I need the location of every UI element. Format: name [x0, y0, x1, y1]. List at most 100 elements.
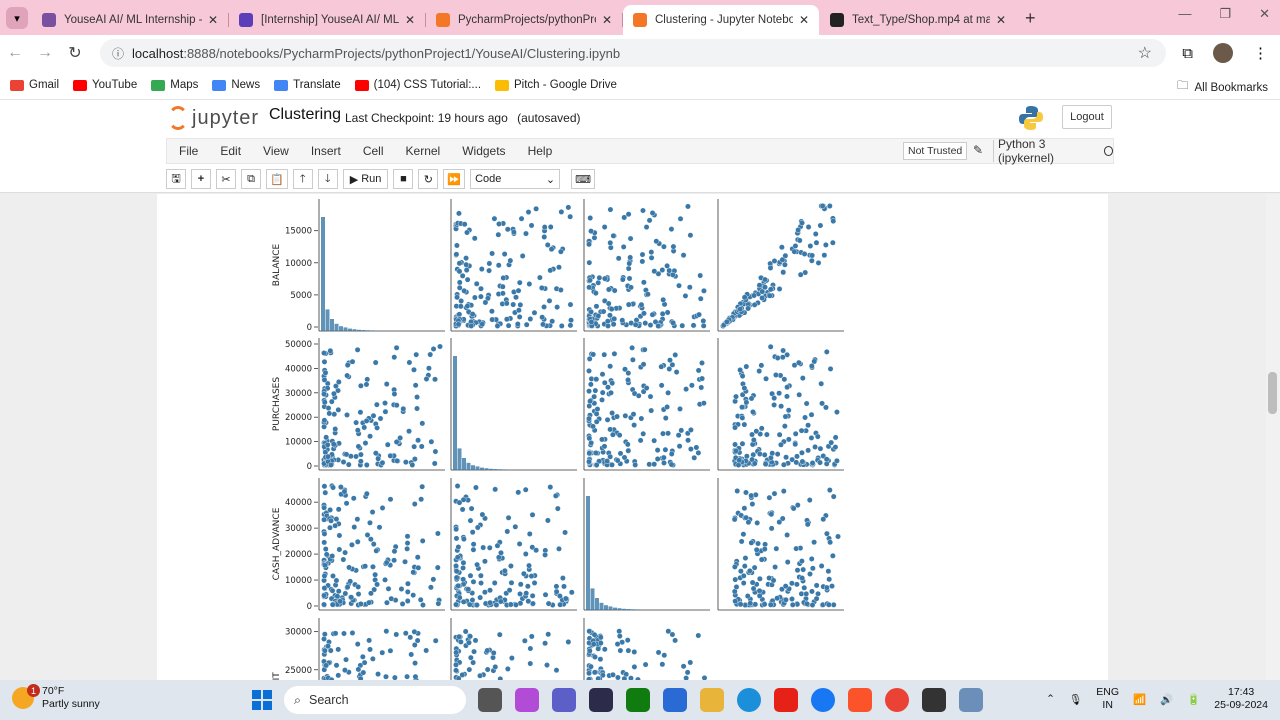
chevron-up-icon[interactable]: ⌃ — [1046, 693, 1055, 705]
minimize-icon[interactable]: — — [1178, 6, 1191, 22]
pairplot-point — [798, 427, 805, 434]
run-button[interactable]: ▶ Run — [342, 169, 389, 189]
close-tab-icon[interactable]: ✕ — [602, 13, 612, 27]
tab-search-button[interactable]: ▾ — [6, 7, 28, 29]
microphone-icon[interactable]: 🎙 — [1069, 693, 1082, 706]
bookmark-star-icon[interactable]: ☆ — [1138, 43, 1152, 63]
bookmark-item[interactable]: Maps — [151, 79, 198, 91]
weather-widget[interactable]: 1 70°F Partly sunny — [12, 684, 100, 711]
site-info-icon[interactable]: ⓘ — [112, 45, 124, 62]
snipping-tool-icon[interactable] — [959, 688, 983, 712]
chrome-icon[interactable] — [885, 688, 909, 712]
battery-icon[interactable]: 🔋 — [1187, 693, 1200, 706]
pairplot-point — [457, 639, 464, 645]
pairplot-point — [776, 390, 783, 397]
keyboard-icon[interactable]: ⌨ — [571, 169, 595, 189]
bookmark-item[interactable]: YouTube — [73, 79, 137, 91]
extensions-icon[interactable]: ⧉ — [1182, 45, 1193, 62]
page-scrollbar[interactable] — [1266, 194, 1280, 680]
insert-cell-icon[interactable]: + — [191, 169, 211, 189]
close-tab-icon[interactable]: ✕ — [405, 13, 415, 27]
taskbar-search[interactable]: ⌕ Search — [284, 686, 466, 714]
notebook-title[interactable]: Clustering — [269, 106, 341, 124]
restart-run-all-icon[interactable]: ⏩ — [443, 169, 466, 189]
pairplot-point — [402, 630, 409, 637]
stop-icon[interactable]: ■ — [393, 169, 414, 189]
cut-icon[interactable]: ✂ — [216, 169, 236, 189]
cell-type-select[interactable]: Code ⌄ — [470, 169, 561, 189]
pairplot-point — [408, 651, 415, 658]
language-indicator[interactable]: ENG IN — [1096, 686, 1119, 712]
pairplot-point — [453, 601, 459, 608]
bookmark-item[interactable]: News — [212, 79, 260, 91]
pairplot-point — [795, 227, 802, 233]
pairplot-point — [826, 487, 833, 493]
file-explorer-icon[interactable] — [700, 688, 724, 712]
clock[interactable]: 17:43 25-09-2024 — [1214, 686, 1268, 712]
page-scrollbar-thumb[interactable] — [1268, 372, 1277, 414]
copy-icon[interactable]: ⧉ — [241, 169, 261, 189]
logout-button[interactable]: Logout — [1062, 105, 1112, 129]
copilot-icon[interactable] — [515, 688, 539, 712]
store-icon[interactable] — [663, 688, 687, 712]
maximize-icon[interactable]: ❐ — [1219, 6, 1231, 22]
not-trusted-badge[interactable]: Not Trusted — [903, 142, 968, 160]
menu-item-view[interactable]: View — [263, 144, 289, 158]
browser-tab[interactable]: [Internship] YouseAI AI/ ML-As ✕ — [229, 5, 426, 35]
edit-pencil-icon[interactable]: ✎ — [973, 143, 983, 157]
bookmark-item[interactable]: Pitch - Google Drive — [495, 79, 617, 91]
teams-icon[interactable] — [552, 688, 576, 712]
close-tab-icon[interactable]: ✕ — [208, 13, 218, 27]
facebook-icon[interactable] — [811, 688, 835, 712]
forward-icon[interactable]: → — [30, 44, 60, 62]
menu-item-edit[interactable]: Edit — [220, 144, 241, 158]
close-window-icon[interactable]: ✕ — [1259, 6, 1270, 22]
move-down-icon[interactable]: 🡓 — [317, 169, 338, 189]
close-tab-icon[interactable]: ✕ — [996, 13, 1006, 27]
all-bookmarks-button[interactable]: 🗀 All Bookmarks — [1177, 78, 1268, 97]
menu-item-file[interactable]: File — [179, 144, 198, 158]
pairplot-point — [321, 391, 327, 397]
menu-item-insert[interactable]: Insert — [311, 144, 341, 158]
pairplot-point — [431, 460, 438, 467]
terminal-icon[interactable] — [922, 688, 946, 712]
pairplot-point — [420, 602, 426, 608]
move-up-icon[interactable]: 🡑 — [292, 169, 313, 189]
menu-item-widgets[interactable]: Widgets — [462, 144, 505, 158]
youtube-app-icon[interactable] — [774, 688, 798, 712]
back-icon[interactable]: ← — [0, 44, 30, 62]
menu-item-cell[interactable]: Cell — [363, 144, 384, 158]
pycharm-icon[interactable] — [589, 688, 613, 712]
paste-icon[interactable]: 📋 — [266, 169, 288, 189]
browser-tab[interactable]: YouseAI AI/ ML Internship - Ne ✕ — [32, 5, 229, 35]
pairplot-point — [654, 447, 661, 454]
brave-icon[interactable] — [848, 688, 872, 712]
edge-icon[interactable] — [737, 688, 761, 712]
restart-icon[interactable]: ↻ — [418, 169, 439, 189]
profile-avatar[interactable] — [1213, 43, 1233, 63]
menu-item-kernel[interactable]: Kernel — [406, 144, 441, 158]
bookmark-item[interactable]: Gmail — [10, 79, 59, 91]
xbox-icon[interactable] — [626, 688, 650, 712]
jupyter-logo[interactable]: jupyter — [168, 106, 259, 130]
reload-icon[interactable]: ↻ — [60, 43, 90, 63]
url-input[interactable]: ⓘ localhost:8888/notebooks/PycharmProjec… — [100, 39, 1166, 67]
bookmark-item[interactable]: Translate — [274, 79, 341, 91]
task-view-icon[interactable] — [478, 688, 502, 712]
close-tab-icon[interactable]: ✕ — [799, 13, 809, 27]
pairplot-point — [388, 595, 395, 602]
pairplot-point — [835, 533, 841, 540]
pairplot-point — [494, 323, 501, 329]
menu-item-help[interactable]: Help — [528, 144, 553, 158]
start-icon[interactable] — [252, 690, 272, 710]
wifi-icon[interactable]: 📶 — [1133, 693, 1146, 706]
save-icon[interactable]: 🖫 — [166, 169, 186, 189]
browser-tab[interactable]: PycharmProjects/pythonProject ✕ — [426, 5, 623, 35]
browser-tab[interactable]: Clustering - Jupyter Notebook ✕ — [623, 5, 819, 35]
volume-icon[interactable]: 🔊 — [1160, 693, 1173, 706]
pairplot-point — [815, 260, 822, 266]
bookmark-item[interactable]: (104) CSS Tutorial:... — [354, 79, 481, 91]
new-tab-button[interactable]: + — [1025, 8, 1036, 29]
browser-menu-icon[interactable]: ⋮ — [1253, 44, 1268, 62]
browser-tab[interactable]: Text_Type/Shop.mp4 at main · ✕ — [820, 5, 1016, 35]
